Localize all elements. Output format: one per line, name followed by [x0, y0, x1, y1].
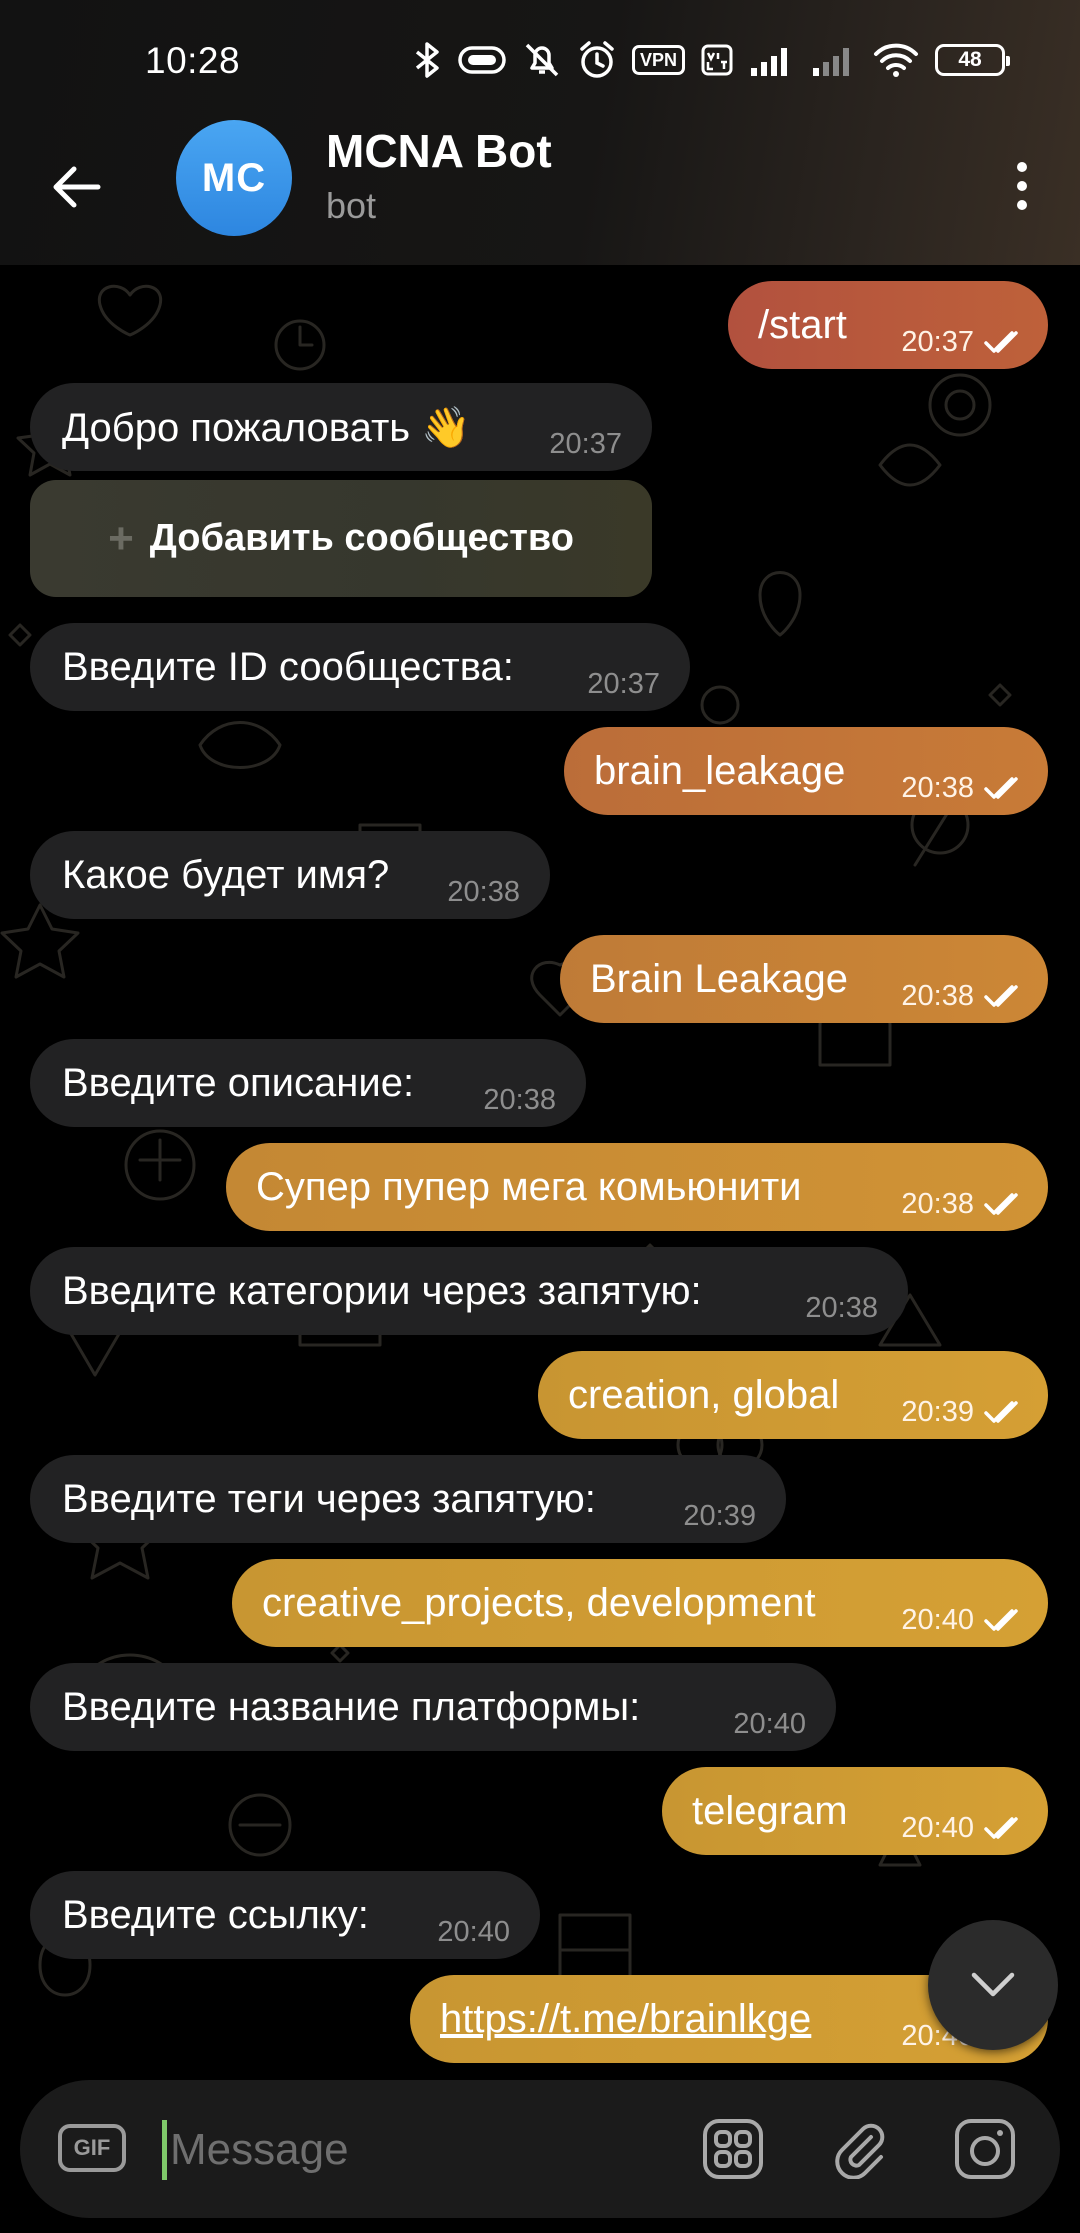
double-check-icon — [984, 1609, 1018, 1631]
signal-icon-2 — [813, 48, 849, 76]
alarm-icon — [580, 41, 614, 78]
double-check-icon — [984, 1193, 1018, 1215]
message-time: 20:38 — [901, 772, 974, 804]
wifi-icon — [874, 43, 918, 77]
incoming-message[interactable]: Введите категории через запятую: 20:38 — [30, 1247, 908, 1335]
incoming-message[interactable]: Введите теги через запятую: 20:39 — [30, 1455, 786, 1543]
message-text: Введите ссылку: — [62, 1892, 369, 1937]
chevron-down-icon — [971, 1972, 1015, 1997]
message-text: creation, global — [568, 1372, 840, 1417]
message-link[interactable]: https://t.me/brainlkge — [410, 1997, 811, 2042]
incoming-message[interactable]: Введите ID сообщества: 20:37 — [30, 623, 690, 711]
incoming-message[interactable]: Добро пожаловать 👋 20:37 — [30, 383, 652, 471]
message-input[interactable] — [170, 2118, 670, 2182]
incoming-message[interactable]: Какое будет имя? 20:38 — [30, 831, 550, 919]
avatar[interactable]: MC — [176, 120, 292, 236]
status-bar: 10:28 VPN 48 — [0, 0, 1080, 120]
outgoing-message[interactable]: brain_leakage 20:38 — [564, 727, 1048, 815]
incoming-message[interactable]: Введите описание: 20:38 — [30, 1039, 586, 1127]
message-time: 20:38 — [483, 1084, 556, 1116]
paperclip-icon — [835, 2123, 885, 2179]
outgoing-message[interactable]: creative_projects, development 20:40 — [232, 1559, 1048, 1647]
sticker-button[interactable] — [700, 2116, 766, 2182]
arrow-left-icon — [53, 166, 101, 208]
bluetooth-icon — [415, 42, 439, 78]
incoming-message[interactable]: Введите название платформы: 20:40 — [30, 1663, 836, 1751]
double-check-icon — [984, 1817, 1018, 1839]
back-button[interactable] — [40, 150, 114, 224]
telegram-chat-screen: 10:28 VPN 48 MC MCNA Bot bot + Добавить … — [0, 0, 1080, 2233]
add-community-button[interactable]: + Добавить сообщество — [30, 480, 652, 597]
message-text: Введите ID сообщества: — [62, 644, 514, 689]
outgoing-message[interactable]: Brain Leakage 20:38 — [560, 935, 1048, 1023]
double-check-icon — [984, 331, 1018, 353]
outgoing-message[interactable]: telegram 20:40 — [662, 1767, 1048, 1855]
gif-button[interactable]: GIF — [58, 2124, 126, 2172]
status-time: 10:28 — [145, 40, 241, 81]
text-cursor — [162, 2120, 167, 2180]
message-text: Какое будет имя? — [62, 852, 390, 897]
message-list[interactable]: + Добавить сообщество /start 20:37 Добро п… — [0, 265, 1080, 2075]
message-time: 20:39 — [901, 1396, 974, 1428]
double-check-icon — [984, 777, 1018, 799]
message-text: Brain Leakage — [590, 956, 848, 1001]
status-icons: VPN 48 — [412, 38, 1010, 82]
volte-icon — [701, 44, 733, 76]
message-time: 20:38 — [901, 980, 974, 1012]
signal-icon-1 — [751, 48, 787, 76]
double-check-icon — [984, 1401, 1018, 1423]
message-time: 20:37 — [901, 326, 974, 358]
message-text: Добро пожаловать 👋 — [62, 405, 472, 450]
camera-button[interactable] — [952, 2116, 1018, 2182]
chat-title[interactable]: MCNA Bot — [326, 124, 552, 178]
outgoing-message[interactable]: Супер пупер мега комьюнити 20:38 — [226, 1143, 1048, 1231]
message-time: 20:40 — [901, 1812, 974, 1844]
sticker-grid-icon — [703, 2119, 763, 2179]
scroll-down-button[interactable] — [928, 1920, 1058, 2050]
message-text: creative_projects, development — [262, 1580, 816, 1625]
top-bar: 10:28 VPN 48 MC MCNA Bot bot — [0, 0, 1080, 265]
more-menu-button[interactable] — [992, 146, 1052, 226]
message-time: 20:38 — [805, 1292, 878, 1324]
message-time: 20:40 — [733, 1708, 806, 1740]
message-time: 20:37 — [587, 668, 660, 700]
message-text: Введите категории через запятую: — [62, 1268, 702, 1313]
incoming-message[interactable]: Введите ссылку: 20:40 — [30, 1871, 540, 1959]
double-check-icon — [984, 985, 1018, 1007]
mute-icon — [525, 43, 559, 77]
message-time: 20:40 — [437, 1916, 510, 1948]
message-time: 20:38 — [901, 1188, 974, 1220]
battery-indicator: 48 — [935, 44, 1010, 76]
message-text: brain_leakage — [594, 748, 846, 793]
message-time: 20:40 — [901, 1604, 974, 1636]
message-text: Введите описание: — [62, 1060, 415, 1105]
chat-subtitle: bot — [326, 185, 377, 226]
outgoing-message[interactable]: /start 20:37 — [728, 281, 1048, 369]
message-composer: GIF — [20, 2080, 1060, 2218]
chat-header: MC MCNA Bot bot — [0, 120, 1080, 265]
camera-icon — [955, 2119, 1015, 2179]
outgoing-message[interactable]: creation, global 20:39 — [538, 1351, 1048, 1439]
message-text: telegram — [692, 1788, 848, 1833]
message-text: Супер пупер мега комьюнити — [256, 1164, 802, 1209]
message-time: 20:37 — [549, 428, 622, 460]
message-time: 20:38 — [447, 876, 520, 908]
message-text: /start — [758, 302, 847, 347]
attach-button[interactable] — [828, 2116, 894, 2182]
message-text: Введите теги через запятую: — [62, 1476, 596, 1521]
data-saver-icon — [458, 46, 506, 74]
message-time: 20:39 — [683, 1500, 756, 1532]
vpn-badge: VPN — [631, 45, 685, 75]
message-text: Введите название платформы: — [62, 1684, 641, 1729]
plus-icon: + — [108, 513, 134, 563]
composer-area: GIF — [0, 2075, 1080, 2233]
add-community-label: Добавить сообщество — [149, 517, 574, 559]
